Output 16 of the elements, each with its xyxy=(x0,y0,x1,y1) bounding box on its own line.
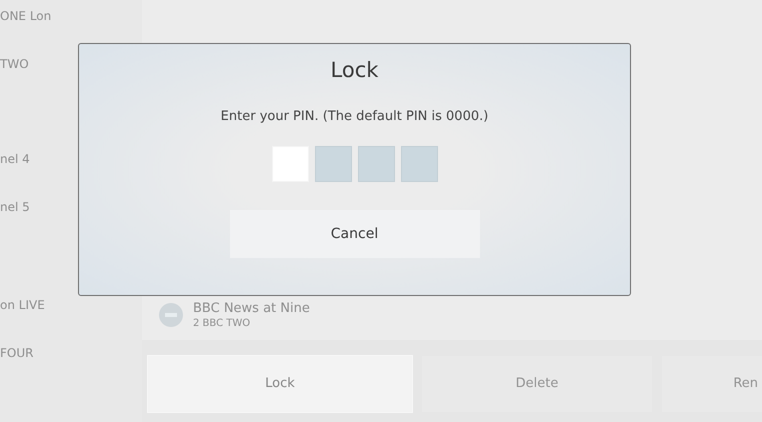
pin-digit-field[interactable] xyxy=(358,146,394,182)
channel-item[interactable]: ONE Lon xyxy=(0,0,52,40)
programme-channel: 2 BBC TWO xyxy=(193,316,252,330)
action-button[interactable]: Lock xyxy=(148,356,412,412)
channel-item[interactable]: nel 4 xyxy=(0,135,30,183)
pin-digit-field[interactable] xyxy=(400,146,438,182)
channel-item[interactable]: on LIVE xyxy=(0,281,45,329)
pin-digit-field[interactable] xyxy=(314,146,352,182)
dialog-message: Enter your PIN. (The default PIN is 0000.) xyxy=(220,108,488,126)
programme-title: BBC News at Nine xyxy=(193,300,310,316)
channel-logo-icon xyxy=(159,303,183,327)
dialog-title: Lock xyxy=(330,57,378,84)
channel-item[interactable]: TWO xyxy=(0,40,29,88)
cancel-button[interactable]: Cancel xyxy=(230,210,480,258)
channel-item[interactable]: nel 5 xyxy=(0,183,30,231)
channel-item[interactable]: FOUR xyxy=(0,329,34,377)
